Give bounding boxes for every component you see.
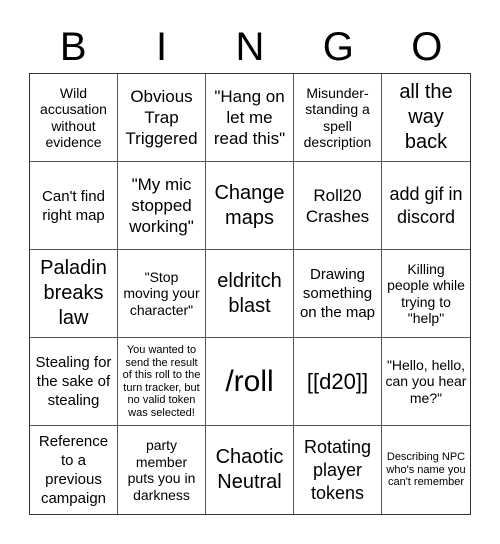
bingo-cell[interactable]: Roll20 Crashes bbox=[294, 162, 382, 250]
bingo-cell[interactable]: Stealing for the sake of stealing bbox=[30, 338, 118, 426]
bingo-cell[interactable]: party member puts you in darkness bbox=[118, 426, 206, 514]
bingo-cell[interactable]: Describing NPC who's name you can't reme… bbox=[382, 426, 470, 514]
header-letter-n: N bbox=[235, 25, 265, 69]
cell-text: Wild accusation without evidence bbox=[40, 84, 107, 151]
cell-text: Roll20 Crashes bbox=[305, 185, 370, 226]
cell-text: Paladin breaks law bbox=[40, 257, 107, 329]
cell-text: party member puts you in darkness bbox=[127, 437, 196, 503]
cell-text: Misunder-standing a spell description bbox=[303, 84, 372, 151]
cell-text: Change maps bbox=[214, 181, 285, 229]
cell-text: Can't find right map bbox=[42, 187, 105, 224]
bingo-grid: Wild accusation without evidence Obvious… bbox=[29, 73, 471, 515]
bingo-cell[interactable]: Obvious Trap Triggered bbox=[118, 74, 206, 162]
header-letter-b: B bbox=[59, 25, 87, 69]
cell-text: [[d20]] bbox=[306, 368, 369, 394]
bingo-cell[interactable]: eldritch blast bbox=[206, 250, 294, 338]
bingo-cell[interactable]: Killing people while trying to "help" bbox=[382, 250, 470, 338]
bingo-cell[interactable]: Misunder-standing a spell description bbox=[294, 74, 382, 162]
bingo-cell[interactable]: "Hang on let me read this" bbox=[206, 74, 294, 162]
cell-text: "Stop moving your character" bbox=[123, 268, 200, 318]
bingo-cell[interactable]: all the way back bbox=[382, 74, 470, 162]
bingo-cell[interactable]: Chaotic Neutral bbox=[206, 426, 294, 514]
bingo-cell[interactable]: Rotating player tokens bbox=[294, 426, 382, 514]
header-letter-i: I bbox=[156, 25, 168, 69]
header-letter-o: O bbox=[411, 25, 443, 69]
bingo-header: B I N G O bbox=[29, 22, 471, 72]
bingo-cell[interactable]: [[d20]] bbox=[294, 338, 382, 426]
bingo-cell[interactable]: /roll bbox=[206, 338, 294, 426]
cell-text: all the way back bbox=[399, 81, 453, 153]
bingo-cell[interactable]: Reference to a previous campaign bbox=[30, 426, 118, 514]
cell-text: Killing people while trying to "help" bbox=[387, 260, 465, 327]
bingo-cell[interactable]: "Hello, hello, can you hear me?" bbox=[382, 338, 470, 426]
cell-text: "Hello, hello, can you hear me?" bbox=[385, 356, 467, 406]
cell-text: eldritch blast bbox=[217, 269, 282, 317]
bingo-cell[interactable]: add gif in discord bbox=[382, 162, 470, 250]
cell-text: "My mic stopped working" bbox=[129, 175, 194, 236]
header-letter-g: G bbox=[322, 25, 354, 69]
cell-text: Reference to a previous campaign bbox=[38, 433, 109, 507]
bingo-cell[interactable]: Wild accusation without evidence bbox=[30, 74, 118, 162]
bingo-cell[interactable]: You wanted to send the result of this ro… bbox=[118, 338, 206, 426]
bingo-cell[interactable]: "My mic stopped working" bbox=[118, 162, 206, 250]
cell-text: You wanted to send the result of this ro… bbox=[122, 344, 201, 419]
bingo-cell[interactable]: Paladin breaks law bbox=[30, 250, 118, 338]
cell-text: "Hang on let me read this" bbox=[213, 87, 286, 148]
cell-text: Chaotic Neutral bbox=[215, 446, 284, 493]
cell-text: /roll bbox=[225, 364, 274, 398]
cell-text: add gif in discord bbox=[389, 183, 463, 227]
cell-text: Rotating player tokens bbox=[303, 436, 372, 503]
cell-text: Drawing something on the map bbox=[299, 266, 376, 321]
cell-text: Describing NPC who's name you can't reme… bbox=[386, 451, 466, 489]
cell-text: Obvious Trap Triggered bbox=[125, 87, 198, 148]
bingo-cell[interactable]: Change maps bbox=[206, 162, 294, 250]
bingo-cell[interactable]: Can't find right map bbox=[30, 162, 118, 250]
bingo-cell[interactable]: "Stop moving your character" bbox=[118, 250, 206, 338]
bingo-cell[interactable]: Drawing something on the map bbox=[294, 250, 382, 338]
cell-text: Stealing for the sake of stealing bbox=[35, 354, 112, 409]
